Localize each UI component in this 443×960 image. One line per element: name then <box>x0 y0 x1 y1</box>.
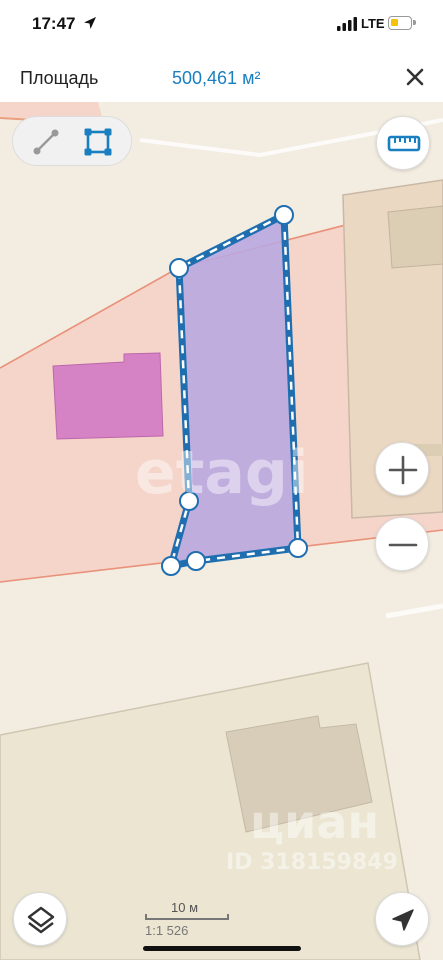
status-time: 17:47 <box>32 14 76 33</box>
layers-button[interactable] <box>13 892 67 946</box>
scale-ratio: 1:1 526 <box>145 923 189 938</box>
layers-icon <box>27 906 55 934</box>
ruler-icon <box>387 135 421 152</box>
zoom-in-button[interactable] <box>375 442 429 496</box>
area-label: Площадь <box>20 68 99 88</box>
close-icon[interactable] <box>404 66 426 88</box>
status-bar: 17:47 LTE <box>0 0 443 50</box>
scale-bar <box>145 914 229 920</box>
signal-icon <box>337 17 357 31</box>
scale-distance: 10 м <box>171 900 199 915</box>
measured-area-polygon <box>171 215 298 566</box>
location-arrow-icon <box>84 17 96 29</box>
area-value: 500,461 м² <box>172 68 261 88</box>
vertex-handle <box>161 556 181 576</box>
navigation-arrow-icon <box>392 909 414 931</box>
zoom-out-button[interactable] <box>375 517 429 571</box>
my-location-button[interactable] <box>375 892 429 946</box>
vertex-handle <box>274 205 294 225</box>
ruler-button[interactable] <box>376 116 430 170</box>
measure-header: Площадь 500,461 м² <box>0 50 443 102</box>
line-measure-icon[interactable] <box>29 125 63 159</box>
measure-mode-toggle <box>12 116 132 166</box>
vertex-handle <box>186 551 206 571</box>
map-scale: 10 м 1:1 526 <box>145 900 235 940</box>
battery-icon <box>388 16 416 30</box>
network-label: LTE <box>361 16 385 31</box>
minus-icon <box>388 543 418 547</box>
cian-id-watermark: ID 318159849 <box>226 850 398 875</box>
area-measure-icon[interactable] <box>81 125 115 159</box>
building-right-1 <box>387 205 443 269</box>
vertex-handle <box>169 258 189 278</box>
home-indicator <box>143 946 301 951</box>
cian-watermark: циан <box>250 795 380 849</box>
plus-icon <box>388 455 418 485</box>
building-magenta <box>52 352 164 440</box>
etagi-watermark: etagi <box>135 438 309 508</box>
vertex-handle <box>288 538 308 558</box>
